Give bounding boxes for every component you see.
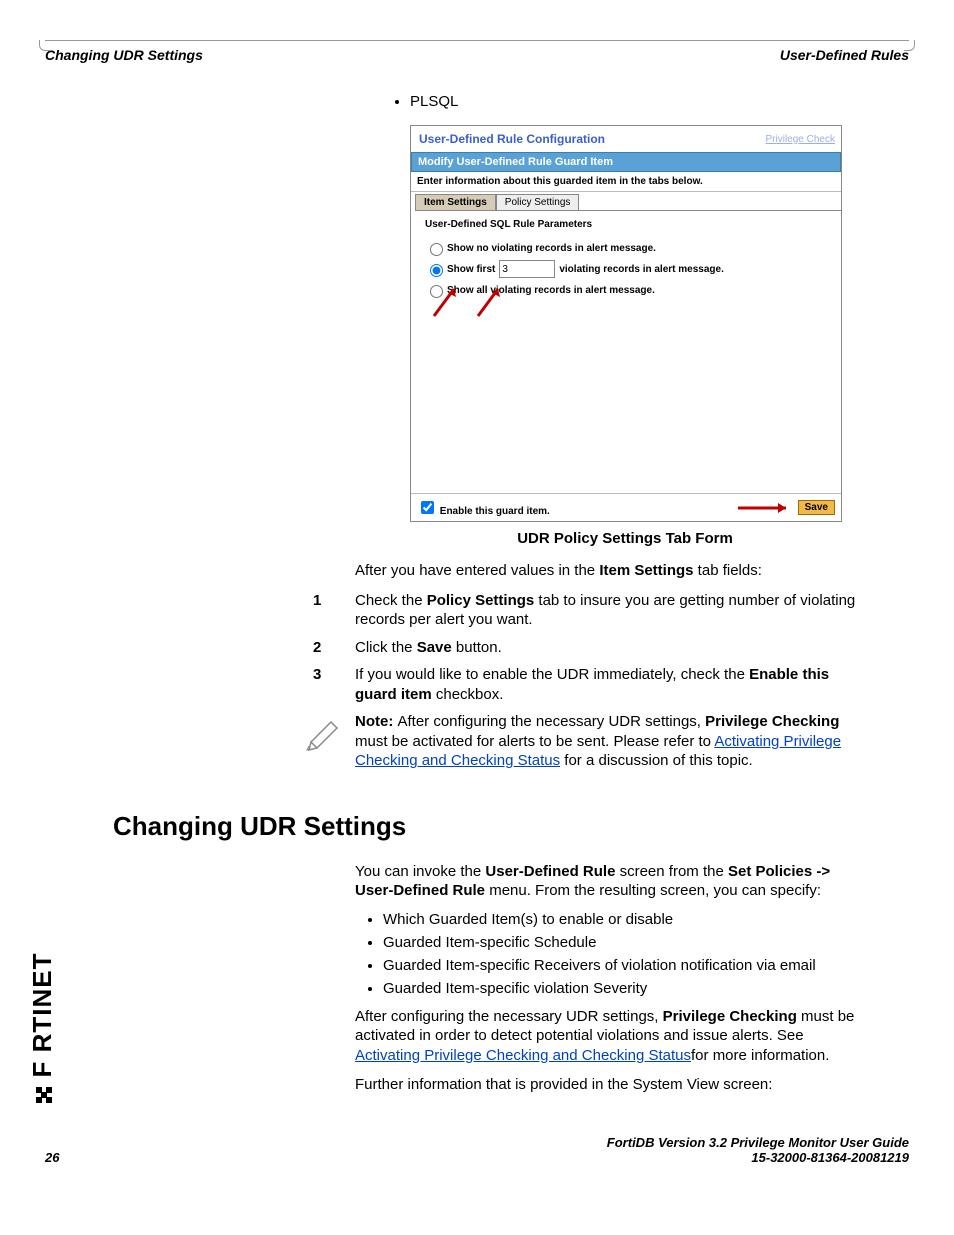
svg-text:F RTINET: F RTINET xyxy=(28,952,57,1077)
shot-body-title: User-Defined SQL Rule Parameters xyxy=(425,219,827,230)
tab-policy-settings[interactable]: Policy Settings xyxy=(496,194,580,210)
figure-caption: UDR Policy Settings Tab Form xyxy=(410,530,840,547)
step-3: 3 If you would like to enable the UDR im… xyxy=(355,665,869,704)
page-footer: 26 FortiDB Version 3.2 Privilege Monitor… xyxy=(45,1135,909,1165)
shot-bar: Modify User-Defined Rule Guard Item xyxy=(411,152,841,172)
list-item: Which Guarded Item(s) to enable or disab… xyxy=(383,911,869,928)
numbered-steps: 1 Check the Policy Settings tab to insur… xyxy=(355,591,869,705)
list-item: Guarded Item-specific Receivers of viola… xyxy=(383,957,869,974)
tab-item-settings[interactable]: Item Settings xyxy=(415,194,496,210)
shot-title: User-Defined Rule Configuration xyxy=(411,126,613,152)
list-item: Guarded Item-specific Schedule xyxy=(383,934,869,951)
note-block: Note: After configuring the necessary UD… xyxy=(305,712,869,771)
embedded-screenshot: User-Defined Rule Configuration Privileg… xyxy=(410,125,842,522)
intro-paragraph: After you have entered values in the Ite… xyxy=(355,561,869,581)
radio-show-first[interactable] xyxy=(430,264,443,277)
section-p1: You can invoke the User-Defined Rule scr… xyxy=(355,862,869,901)
radio-show-none[interactable] xyxy=(430,243,443,256)
shot-privilege-link[interactable]: Privilege Check xyxy=(766,134,835,145)
radio-show-first-label-b: violating records in alert message. xyxy=(559,264,724,275)
section-bullets: Which Guarded Item(s) to enable or disab… xyxy=(355,911,869,997)
header-left: Changing UDR Settings xyxy=(45,47,203,63)
enable-guard-checkbox[interactable] xyxy=(421,501,434,514)
note-icon xyxy=(305,712,345,756)
radio-show-first-label-a: Show first xyxy=(447,264,495,275)
top-bullet-list: PLSQL xyxy=(355,93,869,110)
shot-subtitle: Enter information about this guarded ite… xyxy=(411,172,841,192)
enable-guard-label: Enable this guard item. xyxy=(440,506,550,517)
radio-show-none-label: Show no violating records in alert messa… xyxy=(447,243,656,254)
save-button[interactable]: Save xyxy=(798,500,835,515)
section-p2: After configuring the necessary UDR sett… xyxy=(355,1007,869,1066)
annotation-arrow-icon xyxy=(473,281,513,321)
section-p3: Further information that is provided in … xyxy=(355,1075,869,1095)
header-right: User-Defined Rules xyxy=(780,47,909,63)
show-first-count-input[interactable] xyxy=(499,260,555,278)
bullet-plsql: PLSQL xyxy=(410,93,869,110)
footer-line2: 15-32000-81364-20081219 xyxy=(607,1150,909,1165)
annotation-arrow-icon xyxy=(429,281,469,321)
section-heading: Changing UDR Settings xyxy=(113,811,909,842)
list-item: Guarded Item-specific violation Severity xyxy=(383,980,869,997)
page-number: 26 xyxy=(45,1150,59,1165)
footer-line1: FortiDB Version 3.2 Privilege Monitor Us… xyxy=(607,1135,909,1150)
fortinet-logo: F RTINET xyxy=(28,915,62,1115)
step-2: 2 Click the Save button. xyxy=(355,638,869,658)
step-1: 1 Check the Policy Settings tab to insur… xyxy=(355,591,869,630)
annotation-arrow-icon xyxy=(736,501,796,515)
running-header: Changing UDR Settings User-Defined Rules xyxy=(45,47,909,63)
link-activating-privilege-checking-2[interactable]: Activating Privilege Checking and Checki… xyxy=(355,1047,691,1064)
